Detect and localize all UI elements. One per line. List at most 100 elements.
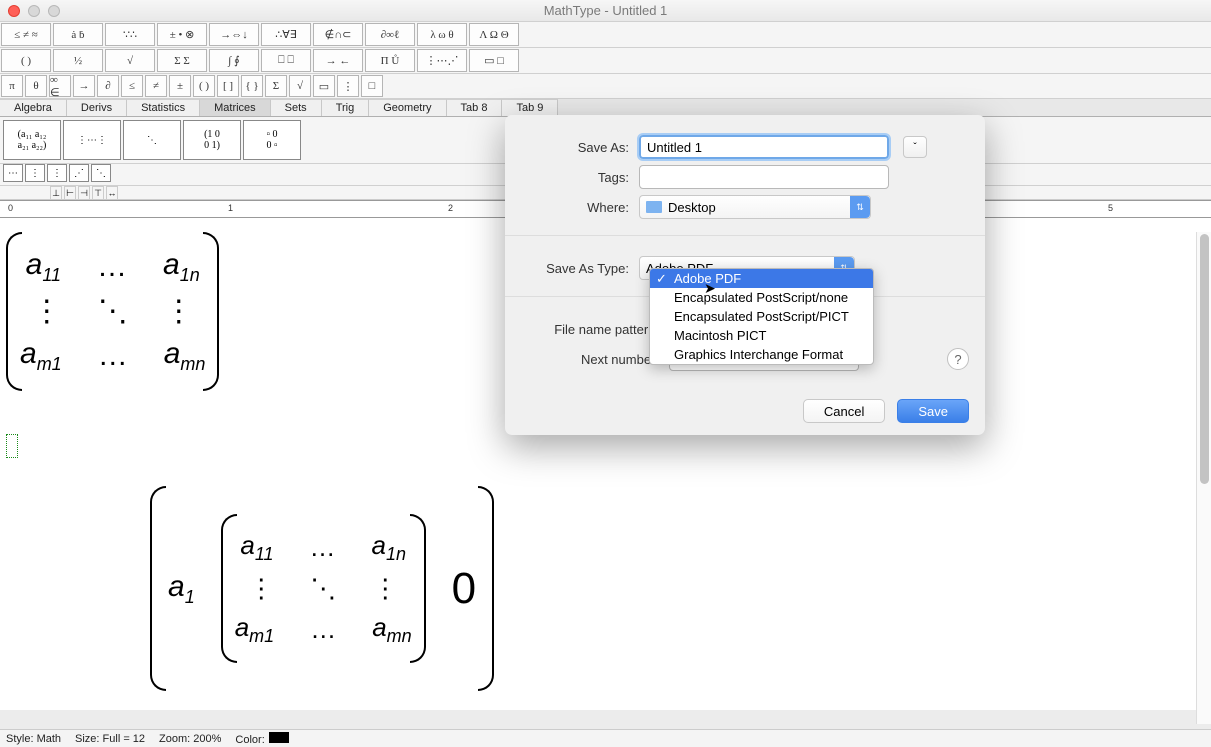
save-as-input[interactable] bbox=[639, 135, 889, 159]
toolbar-cell[interactable]: λ ω θ bbox=[417, 23, 467, 46]
tabstop-icon[interactable]: ⊢ bbox=[64, 186, 76, 200]
status-bar: Style: Math Size: Full = 12 Zoom: 200% C… bbox=[0, 729, 1211, 747]
vertical-scrollbar[interactable] bbox=[1196, 232, 1211, 724]
toolbar-cell[interactable]: √ bbox=[289, 75, 311, 97]
ruler-mark: 0 bbox=[8, 203, 13, 213]
status-color: Color: bbox=[235, 732, 288, 746]
tab-trig[interactable]: Trig bbox=[322, 99, 370, 116]
palette-matrix-identity[interactable]: (1 00 1) bbox=[183, 120, 241, 160]
palette-matrix-2x2[interactable]: (a₁₁ a₁₂a₂₁ a₂₂) bbox=[3, 120, 61, 160]
toolbar-cell[interactable]: ≤ bbox=[121, 75, 143, 97]
tabstop-icon[interactable]: ⊣ bbox=[78, 186, 90, 200]
expand-dialog-button[interactable]: ˇ bbox=[903, 136, 927, 158]
toolbar-cell[interactable]: ⎕ ⎕ bbox=[261, 49, 311, 72]
save-as-type-label: Save As Type: bbox=[521, 261, 629, 276]
pattern-label: File name pattern: bbox=[521, 322, 659, 337]
toolbar-row-3: π θ ∞ ∈ → ∂ ≤ ≠ ± ( ) [ ] { } Σ √ ▭ ⋮ □ bbox=[0, 74, 1211, 99]
palette-small[interactable]: ⋮ bbox=[47, 164, 67, 182]
where-label: Where: bbox=[521, 200, 629, 215]
tags-input[interactable] bbox=[639, 165, 889, 189]
tab-statistics[interactable]: Statistics bbox=[127, 99, 200, 116]
save-button[interactable]: Save bbox=[897, 399, 969, 423]
palette-small[interactable]: ⋮ bbox=[25, 164, 45, 182]
scrollbar-thumb[interactable] bbox=[1200, 234, 1209, 484]
toolbar-cell[interactable]: ( ) bbox=[1, 49, 51, 72]
toolbar-cell[interactable]: θ bbox=[25, 75, 47, 97]
toolbar-cell[interactable]: ∞ ∈ bbox=[49, 75, 71, 97]
toolbar-cell[interactable]: ± • ⊗ bbox=[157, 23, 207, 46]
tabstop-icon[interactable]: ⊥ bbox=[50, 186, 62, 200]
tab-8[interactable]: Tab 8 bbox=[447, 99, 503, 116]
toolbar-cell[interactable]: π bbox=[1, 75, 23, 97]
toolbar-cell[interactable]: □ bbox=[361, 75, 383, 97]
palette-matrix-diag[interactable]: ⋱ bbox=[123, 120, 181, 160]
toolbar-cell[interactable]: ∫ ∮ bbox=[209, 49, 259, 72]
tab-matrices[interactable]: Matrices bbox=[200, 99, 271, 116]
next-number-label: Next number: bbox=[521, 352, 659, 367]
toolbar-cell[interactable]: ∂∞ℓ bbox=[365, 23, 415, 46]
toolbar-cell[interactable]: ⋮ bbox=[337, 75, 359, 97]
toolbar-cell[interactable]: ∴∀∃ bbox=[261, 23, 311, 46]
toolbar-cell[interactable]: Λ Ω Θ bbox=[469, 23, 519, 46]
insertion-cursor bbox=[6, 434, 18, 458]
ruler-mark: 2 bbox=[448, 203, 453, 213]
symbol-toolbars: ≤ ≠ ≈ ȧ ḃ ∵∴ ± • ⊗ →⇔↓ ∴∀∃ ∉∩⊂ ∂∞ℓ λ ω θ… bbox=[0, 22, 1211, 99]
dropdown-item-gif[interactable]: Graphics Interchange Format bbox=[650, 345, 873, 364]
toolbar-cell[interactable]: ⋮⋯⋰ bbox=[417, 49, 467, 72]
toolbar-cell[interactable]: ▭ bbox=[313, 75, 335, 97]
block-matrix-expression: a1 a11 … a1n ⋮ ⋱ ⋮ am1 … amn bbox=[150, 486, 494, 691]
dropdown-item-eps-none[interactable]: Encapsulated PostScript/none bbox=[650, 288, 873, 307]
toolbar-cell[interactable]: Σ bbox=[265, 75, 287, 97]
toolbar-cell[interactable]: ± bbox=[169, 75, 191, 97]
toolbar-cell[interactable]: ≤ ≠ ≈ bbox=[1, 23, 51, 46]
palette-matrix-block[interactable]: ▫ 00 ▫ bbox=[243, 120, 301, 160]
toolbar-cell[interactable]: { } bbox=[241, 75, 263, 97]
tab-geometry[interactable]: Geometry bbox=[369, 99, 446, 116]
titlebar: MathType - Untitled 1 bbox=[0, 0, 1211, 22]
where-select[interactable]: Desktop ⇅ bbox=[639, 195, 871, 219]
tabstop-icon[interactable]: ⊤ bbox=[92, 186, 104, 200]
status-size: Size: Full = 12 bbox=[75, 733, 145, 745]
save-as-type-dropdown: Adobe PDF Encapsulated PostScript/none E… bbox=[649, 268, 874, 365]
toolbar-cell[interactable]: ∵∴ bbox=[105, 23, 155, 46]
toolbar-cell[interactable]: ( ) bbox=[193, 75, 215, 97]
toolbar-cell[interactable]: ▭ □ bbox=[469, 49, 519, 72]
toolbar-cell[interactable]: ≠ bbox=[145, 75, 167, 97]
mouse-cursor-icon: ➤ bbox=[704, 280, 716, 297]
tab-sets[interactable]: Sets bbox=[271, 99, 322, 116]
tags-label: Tags: bbox=[521, 170, 629, 185]
palette-small[interactable]: ⋰ bbox=[69, 164, 89, 182]
dropdown-item-adobe-pdf[interactable]: Adobe PDF bbox=[650, 269, 873, 288]
toolbar-cell[interactable]: Σ Σ bbox=[157, 49, 207, 72]
toolbar-cell[interactable]: → bbox=[73, 75, 95, 97]
palette-matrix-3x3[interactable]: ⋮⋯⋮ bbox=[63, 120, 121, 160]
tab-9[interactable]: Tab 9 bbox=[502, 99, 558, 116]
toolbar-cell[interactable]: ½ bbox=[53, 49, 103, 72]
where-value: Desktop bbox=[668, 200, 716, 215]
chevron-updown-icon: ⇅ bbox=[850, 196, 870, 218]
palette-small[interactable]: ⋯ bbox=[3, 164, 23, 182]
help-button[interactable]: ? bbox=[947, 348, 969, 370]
toolbar-cell[interactable]: ȧ ḃ bbox=[53, 23, 103, 46]
dropdown-item-mac-pict[interactable]: Macintosh PICT bbox=[650, 326, 873, 345]
toolbar-cell[interactable]: →⇔↓ bbox=[209, 23, 259, 46]
dropdown-item-eps-pict[interactable]: Encapsulated PostScript/PICT bbox=[650, 307, 873, 326]
ruler-mark: 5 bbox=[1108, 203, 1113, 213]
palette-small[interactable]: ⋱ bbox=[91, 164, 111, 182]
ruler-mark: 1 bbox=[228, 203, 233, 213]
save-as-label: Save As: bbox=[521, 140, 629, 155]
toolbar-cell[interactable]: √ bbox=[105, 49, 155, 72]
toolbar-cell[interactable]: ∂ bbox=[97, 75, 119, 97]
tab-algebra[interactable]: Algebra bbox=[0, 99, 67, 116]
cancel-button[interactable]: Cancel bbox=[803, 399, 885, 423]
status-style: Style: Math bbox=[6, 733, 61, 745]
toolbar-cell[interactable]: Π Ů bbox=[365, 49, 415, 72]
tabstop-icon[interactable]: ↔ bbox=[106, 186, 118, 200]
toolbar-cell[interactable]: [ ] bbox=[217, 75, 239, 97]
toolbar-cell[interactable]: ∉∩⊂ bbox=[313, 23, 363, 46]
status-zoom: Zoom: 200% bbox=[159, 733, 221, 745]
color-swatch[interactable] bbox=[269, 732, 289, 743]
toolbar-cell[interactable]: → ← bbox=[313, 49, 363, 72]
tab-derivs[interactable]: Derivs bbox=[67, 99, 127, 116]
window-title: MathType - Untitled 1 bbox=[0, 3, 1211, 18]
